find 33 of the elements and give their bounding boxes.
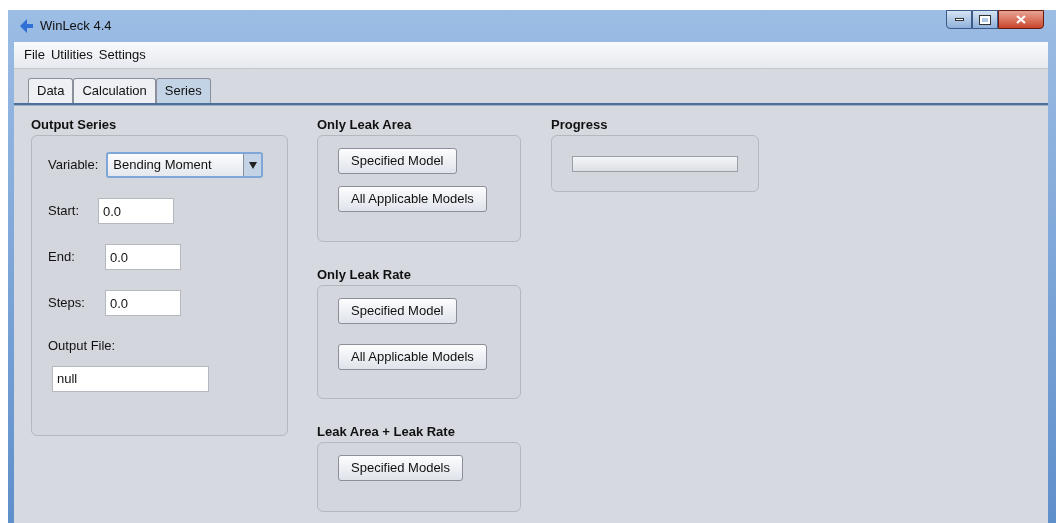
tab[interactable]: Data: [28, 78, 74, 103]
group-title: Leak Area + Leak Rate: [317, 423, 456, 441]
field-label: Steps:: [48, 294, 86, 313]
close-button[interactable]: [998, 10, 1044, 29]
app-logo-icon: [18, 18, 34, 34]
model-button[interactable]: All Applicable Models: [338, 344, 487, 370]
window-title: WinLeck 4.4: [40, 17, 112, 36]
field-label: End:: [48, 248, 76, 267]
model-button[interactable]: All Applicable Models: [338, 186, 487, 212]
tab[interactable]: Calculation: [73, 78, 156, 103]
group-title: Output Series: [31, 116, 118, 134]
tab[interactable]: Series: [155, 78, 211, 103]
group-title: Only Leak Area: [317, 116, 413, 134]
group-title: Progress: [551, 116, 609, 134]
number-field[interactable]: 0.0: [105, 290, 181, 316]
field-label: Variable:: [48, 156, 99, 175]
model-button[interactable]: Specified Model: [338, 298, 457, 324]
menu-item[interactable]: File: [24, 45, 45, 65]
menu-item[interactable]: Utilities: [50, 45, 93, 65]
output-file-field[interactable]: null: [52, 365, 209, 392]
menu-item[interactable]: Settings: [98, 45, 146, 65]
number-field[interactable]: 0.0: [105, 244, 181, 270]
caret-icon: [248, 161, 257, 169]
maximize-button[interactable]: [972, 10, 998, 29]
field-label: Start:: [48, 202, 81, 221]
close-icon: [1016, 15, 1026, 24]
group-title: Only Leak Rate: [317, 266, 412, 284]
minimize-button[interactable]: [946, 10, 972, 29]
variable-dropdown[interactable]: Bending Moment: [106, 152, 264, 178]
number-field[interactable]: 0.0: [98, 198, 174, 224]
model-button[interactable]: Specified Model: [338, 148, 457, 174]
model-button[interactable]: Specified Models: [338, 455, 463, 481]
field-label: Output File:: [48, 337, 117, 355]
